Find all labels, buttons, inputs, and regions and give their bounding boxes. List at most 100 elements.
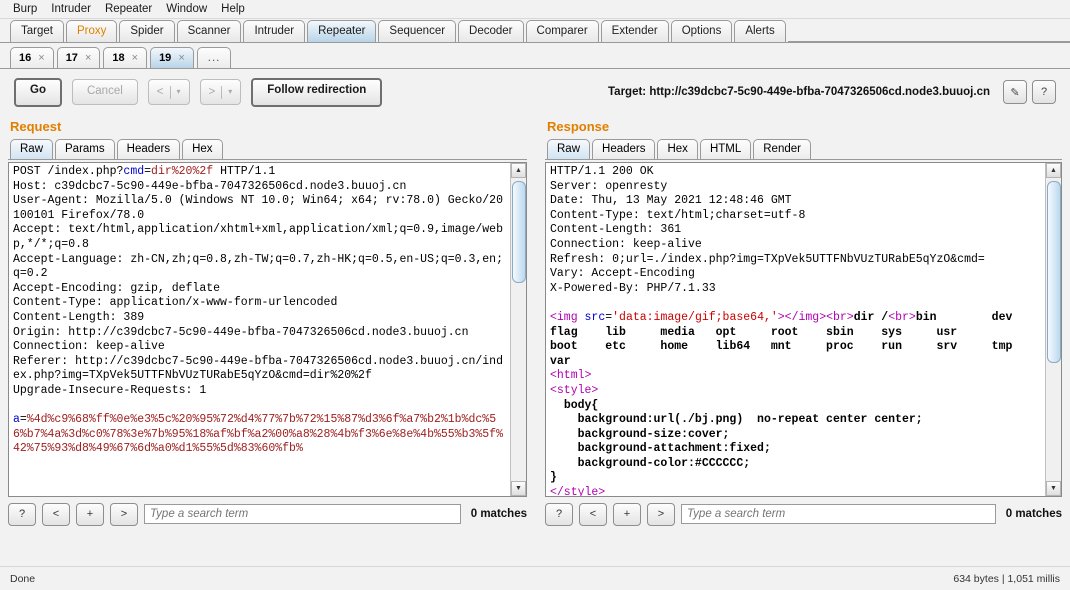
scroll-up-icon[interactable]: ▲ bbox=[511, 163, 526, 178]
search-prev-button[interactable]: < bbox=[579, 502, 607, 526]
response-scrollbar[interactable]: ▲ ▼ bbox=[1045, 163, 1061, 496]
tab-proxy[interactable]: Proxy bbox=[65, 20, 118, 42]
search-help-button[interactable]: ? bbox=[545, 502, 573, 526]
menu-item-help[interactable]: Help bbox=[214, 2, 252, 16]
request-tab-params[interactable]: Params bbox=[55, 139, 115, 159]
code-line: background:url(./bj.png) no-repeat cente… bbox=[550, 413, 1042, 428]
code-line: Content-Type: application/x-www-form-url… bbox=[13, 296, 507, 311]
scroll-down-icon[interactable]: ▼ bbox=[1046, 481, 1061, 496]
request-editor[interactable]: POST /index.php?cmd=dir%20%2f HTTP/1.1 Ho… bbox=[8, 162, 527, 497]
menu-item-burp[interactable]: Burp bbox=[6, 2, 44, 16]
response-tab-render[interactable]: Render bbox=[753, 139, 811, 159]
menu-item-intruder[interactable]: Intruder bbox=[44, 2, 98, 16]
request-tab-raw[interactable]: Raw bbox=[10, 139, 54, 159]
request-tab-headers[interactable]: Headers bbox=[116, 139, 181, 159]
response-title: Response bbox=[547, 119, 610, 134]
code-segment: background:url(./bj.png) no-repeat cente… bbox=[550, 413, 923, 427]
response-tab-strip: Raw Headers Hex HTML Render bbox=[545, 137, 1062, 160]
tab-decoder[interactable]: Decoder bbox=[458, 20, 524, 42]
code-line: Accept-Encoding: gzip, deflate bbox=[13, 282, 507, 297]
close-icon[interactable]: × bbox=[132, 49, 138, 68]
response-tab-raw[interactable]: Raw bbox=[547, 139, 591, 159]
cancel-button[interactable]: Cancel bbox=[71, 79, 138, 105]
code-segment: background-color:#CCCCCC; bbox=[550, 456, 751, 470]
code-segment: Referer: http://c39dcbc7-5c90-449e-bfba-… bbox=[13, 354, 503, 383]
search-help-button[interactable]: ? bbox=[8, 502, 36, 526]
search-next-button[interactable]: > bbox=[110, 502, 138, 526]
forward-button[interactable]: > ▾ bbox=[199, 79, 242, 105]
code-line: X-Powered-By: PHP/7.1.33 bbox=[550, 282, 1042, 297]
scrollbar-thumb[interactable] bbox=[1047, 181, 1061, 363]
code-segment: Host: c39dcbc7-5c90-449e-bfba-7047326506… bbox=[13, 179, 407, 193]
close-icon[interactable]: × bbox=[85, 49, 91, 68]
tab-extender[interactable]: Extender bbox=[600, 20, 669, 42]
code-segment: Date: Thu, 13 May 2021 12:48:46 GMT bbox=[550, 194, 792, 208]
close-icon[interactable]: × bbox=[38, 49, 44, 68]
menu-item-repeater[interactable]: Repeater bbox=[98, 2, 159, 16]
code-segment: Accept-Language: zh-CN,zh;q=0.8,zh-TW;q=… bbox=[13, 252, 503, 281]
divider bbox=[221, 85, 223, 99]
code-line: background-attachment:fixed; bbox=[550, 442, 1042, 457]
repeater-tab-17[interactable]: 17 × bbox=[56, 47, 101, 68]
response-search-input[interactable] bbox=[681, 504, 996, 524]
response-raw-text[interactable]: HTTP/1.1 200 OK Server: openresty Date: Th… bbox=[546, 163, 1045, 496]
code-line: Content-Length: 389 bbox=[13, 311, 507, 326]
code-line: <img src='data:image/gif;base64,'></img>… bbox=[550, 311, 1042, 369]
code-line: HTTP/1.1 200 OK bbox=[550, 165, 1042, 180]
tab-options[interactable]: Options bbox=[670, 20, 733, 42]
menu-item-window[interactable]: Window bbox=[159, 2, 214, 16]
search-prev-button[interactable]: < bbox=[42, 502, 70, 526]
tab-intruder[interactable]: Intruder bbox=[243, 20, 306, 42]
search-next-button[interactable]: > bbox=[647, 502, 675, 526]
code-line: <style> bbox=[550, 384, 1042, 399]
tab-spider[interactable]: Spider bbox=[119, 20, 175, 42]
response-tab-headers[interactable]: Headers bbox=[592, 139, 656, 159]
response-tab-hex[interactable]: Hex bbox=[657, 139, 698, 159]
repeater-tab-label: 19 bbox=[159, 51, 172, 64]
response-tab-html[interactable]: HTML bbox=[699, 139, 752, 159]
request-tab-hex[interactable]: Hex bbox=[182, 139, 223, 159]
edit-target-icon[interactable]: ✎ bbox=[1003, 80, 1027, 104]
code-line: <html> bbox=[550, 369, 1042, 384]
scrollbar-thumb[interactable] bbox=[512, 181, 526, 283]
request-tab-strip: Raw Params Headers Hex bbox=[8, 137, 527, 160]
tab-scanner[interactable]: Scanner bbox=[176, 20, 242, 42]
code-line: Host: c39dcbc7-5c90-449e-bfba-7047326506… bbox=[13, 180, 507, 195]
close-icon[interactable]: × bbox=[178, 49, 184, 68]
code-segment: Server: openresty bbox=[550, 179, 668, 193]
code-segment: Upgrade-Insecure-Requests: 1 bbox=[13, 383, 207, 397]
code-segment: dir / bbox=[853, 310, 889, 324]
code-segment: HTTP/1.1 bbox=[213, 165, 276, 178]
tab-repeater[interactable]: Repeater bbox=[307, 20, 377, 42]
response-editor[interactable]: HTTP/1.1 200 OK Server: openresty Date: Th… bbox=[545, 162, 1062, 497]
tab-sequencer[interactable]: Sequencer bbox=[378, 20, 457, 42]
go-button[interactable]: Go bbox=[14, 77, 62, 107]
scroll-down-icon[interactable]: ▼ bbox=[511, 481, 526, 496]
code-segment: HTTP/1.1 200 OK bbox=[550, 165, 654, 178]
repeater-tab-19[interactable]: 19 × bbox=[150, 47, 194, 68]
back-button[interactable]: < ▾ bbox=[147, 79, 190, 105]
follow-redirection-button[interactable]: Follow redirection bbox=[251, 77, 383, 107]
repeater-tab-16[interactable]: 16 × bbox=[10, 47, 54, 68]
search-add-button[interactable]: + bbox=[613, 502, 641, 526]
code-segment: ></img> bbox=[777, 310, 827, 324]
repeater-tab-18[interactable]: 18 × bbox=[103, 47, 148, 68]
request-search-input[interactable] bbox=[144, 504, 461, 524]
help-icon[interactable]: ? bbox=[1032, 80, 1056, 104]
request-raw-text[interactable]: POST /index.php?cmd=dir%20%2f HTTP/1.1 Ho… bbox=[9, 163, 510, 496]
burp-suite-window: Burp Intruder Repeater Window Help Targe… bbox=[0, 0, 1070, 590]
target-url-label: Target: http://c39dcbc7-5c90-449e-bfba-7… bbox=[608, 86, 990, 98]
repeater-tab-more[interactable]: ... bbox=[196, 47, 232, 68]
tab-comparer[interactable]: Comparer bbox=[525, 20, 599, 42]
code-segment: a bbox=[13, 413, 20, 427]
request-pane: Request Raw Params Headers Hex POST /ind… bbox=[0, 115, 535, 547]
response-search-bar: ? < + > 0 matches bbox=[545, 502, 1062, 526]
tab-alerts[interactable]: Alerts bbox=[734, 20, 786, 42]
tab-target[interactable]: Target bbox=[10, 20, 64, 42]
search-add-button[interactable]: + bbox=[76, 502, 104, 526]
request-scrollbar[interactable]: ▲ ▼ bbox=[510, 163, 526, 496]
repeater-tab-label: 18 bbox=[112, 51, 125, 64]
scroll-up-icon[interactable]: ▲ bbox=[1046, 163, 1061, 178]
